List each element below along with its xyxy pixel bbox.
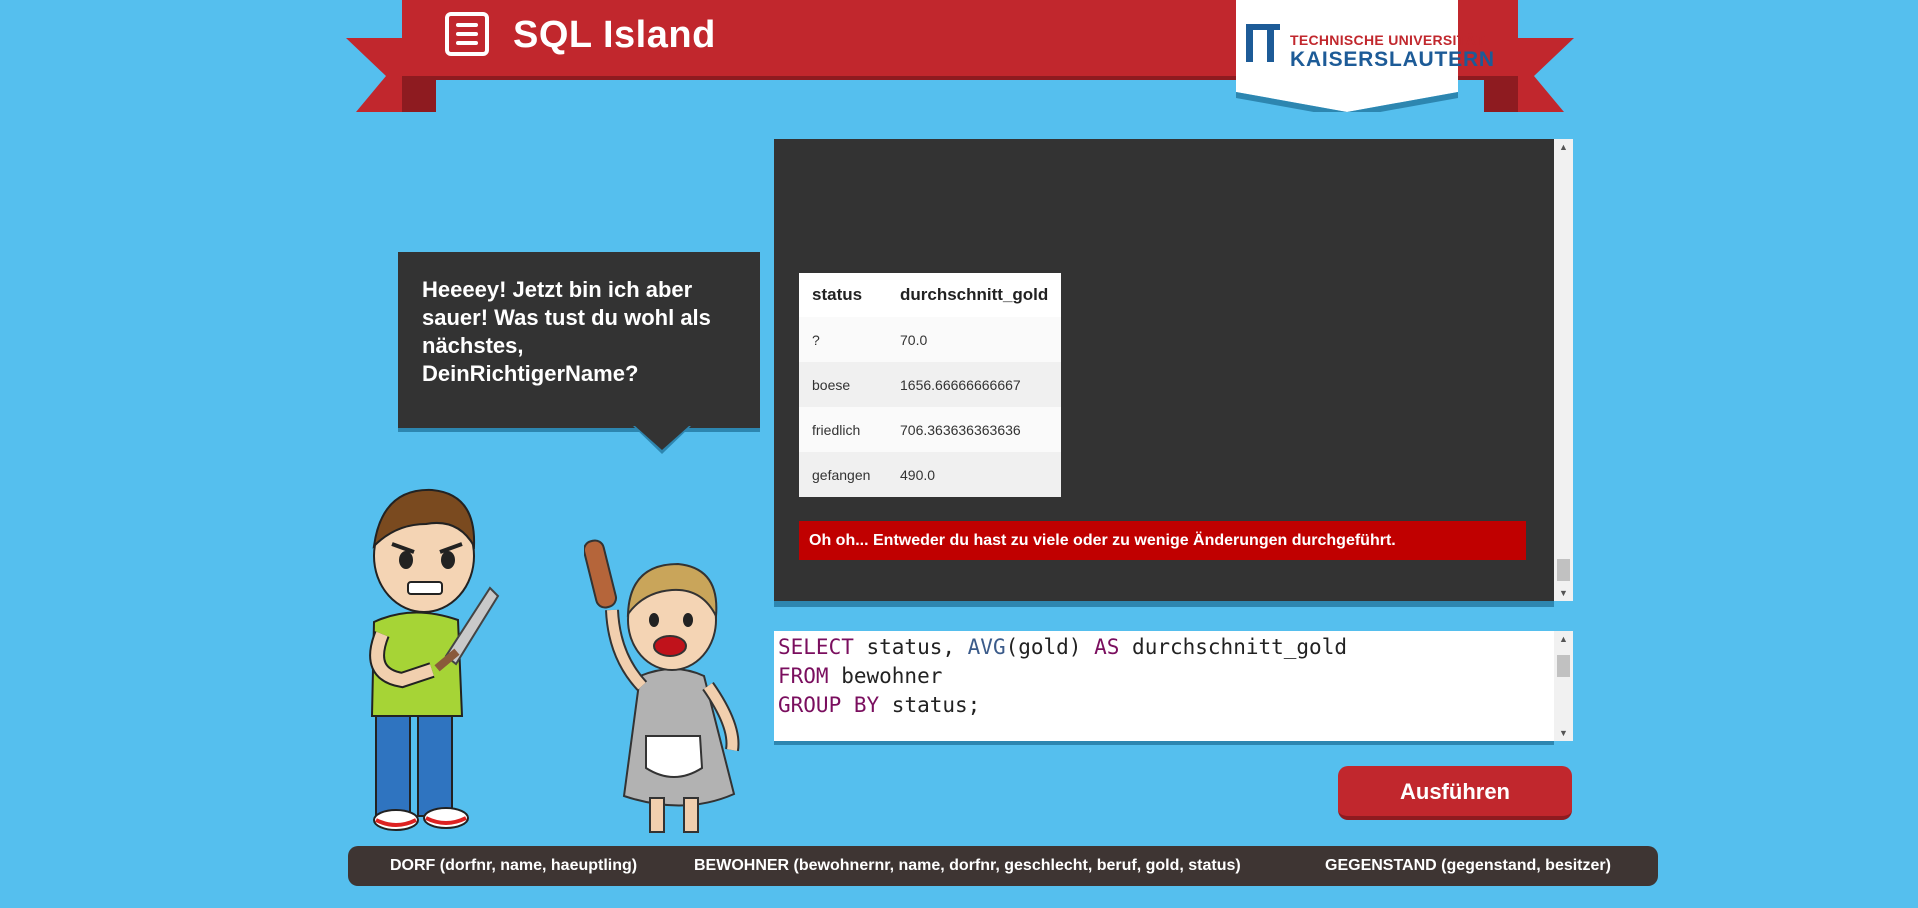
editor-line: GROUP BY status; [778,691,1554,720]
table-cell: 1656.66666666667 [887,362,1062,407]
sql-keyword: FROM [778,664,829,688]
result-scrollbar[interactable]: ▲ ▼ [1554,139,1573,601]
schema-table-bewohner[interactable]: BEWOHNER (bewohnernr, name, dorfnr, gesc… [694,846,1241,886]
table-cell: ? [799,317,887,362]
table-cell: 490.0 [887,452,1062,497]
error-message: Oh oh... Entweder du hast zu viele oder … [799,521,1526,560]
sql-keyword: AS [1094,635,1120,659]
editor-line: SELECT status, AVG(gold) AS durchschnitt… [778,633,1554,662]
table-cell: 706.363636363636 [887,407,1062,452]
scroll-up-arrow[interactable]: ▲ [1554,139,1573,155]
column-header: durchschnitt_gold [887,273,1062,317]
sql-text: status, [853,635,968,659]
table-row: friedlich 706.363636363636 [799,407,1062,452]
logo-line-1: TECHNISCHE UNIVERSITÄT [1290,32,1485,48]
speech-bubble-pointer [633,426,691,454]
scroll-thumb[interactable] [1557,655,1570,677]
sql-function: AVG [967,635,1006,659]
editor-scrollbar[interactable]: ▲ ▼ [1554,631,1573,741]
table-row: gefangen 490.0 [799,452,1062,497]
sql-text: (gold) [1005,635,1095,659]
angry-woman-character [584,539,740,833]
scroll-up-arrow[interactable]: ▲ [1554,631,1573,647]
scroll-down-arrow[interactable]: ▼ [1554,725,1573,741]
schema-table-dorf[interactable]: DORF (dorfnr, name, haeuptling) [390,846,637,886]
sql-text: durchschnitt_gold [1119,635,1347,659]
schema-footer: DORF (dorfnr, name, haeuptling) BEWOHNER… [348,846,1658,886]
table-cell: boese [799,362,887,407]
sql-text: status; [879,693,981,717]
table-header-row: status durchschnitt_gold [799,273,1062,317]
editor-line: FROM bewohner [778,662,1554,691]
sql-keyword: GROUP BY [778,693,880,717]
menu-icon[interactable] [445,12,489,56]
run-query-button[interactable]: Ausführen [1338,766,1572,820]
dialog-text: Heeeey! Jetzt bin ich aber sauer! Was tu… [422,277,711,386]
table-cell: friedlich [799,407,887,452]
sql-text: bewohner [828,664,943,688]
scroll-thumb[interactable] [1557,559,1570,581]
scroll-down-arrow[interactable]: ▼ [1554,585,1573,601]
app-title: SQL Island [513,14,716,56]
table-cell: gefangen [799,452,887,497]
table-cell: 70.0 [887,317,1062,362]
logo-line-2: KAISERSLAUTERN [1290,48,1495,71]
angry-boy-character [369,488,500,831]
sql-editor[interactable]: SELECT status, AVG(gold) AS durchschnitt… [774,631,1554,745]
schema-table-gegenstand[interactable]: GEGENSTAND (gegenstand, besitzer) [1325,846,1611,886]
table-row: boese 1656.66666666667 [799,362,1062,407]
table-row: ? 70.0 [799,317,1062,362]
result-table: status durchschnitt_gold ? 70.0 boese 16… [799,273,1062,497]
column-header: status [799,273,887,317]
sql-keyword: SELECT [778,635,854,659]
